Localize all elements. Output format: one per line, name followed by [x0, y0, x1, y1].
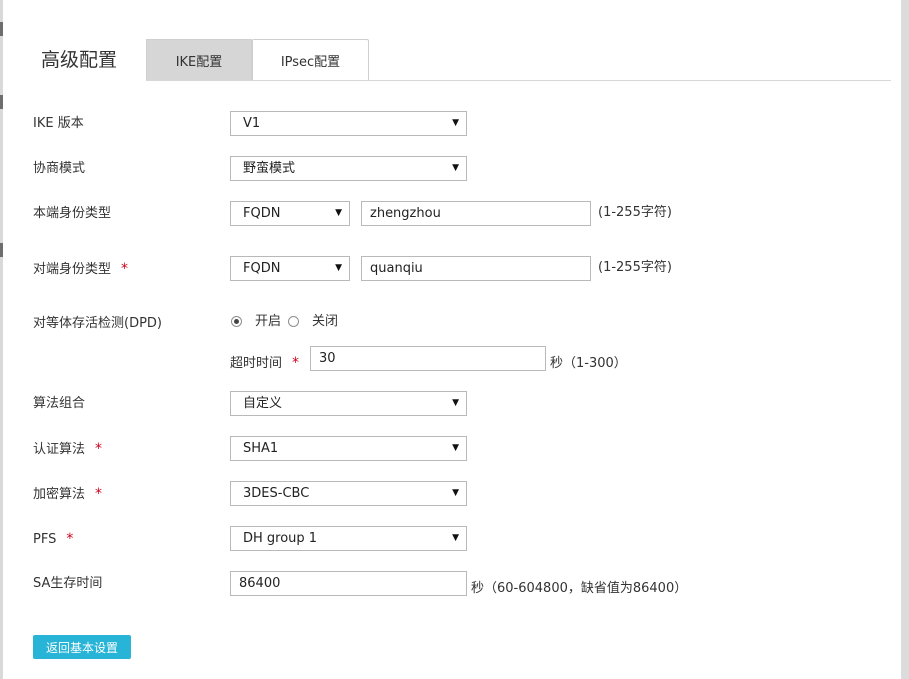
- select-value: DH group 1: [243, 531, 318, 546]
- local-identity-type-select[interactable]: FQDN ▼: [230, 201, 350, 226]
- dpd-on-label: 开启: [255, 314, 282, 329]
- advanced-config-dialog: 高级配置 IKE配置 IPsec配置 IKE 版本 V1 ▼ 协商模式 野蛮模式…: [3, 0, 901, 679]
- auth-algorithm-label-text: 认证算法: [33, 442, 86, 457]
- select-value: 3DES-CBC: [243, 486, 310, 501]
- required-asterisk: *: [95, 441, 103, 457]
- auth-algorithm-label: 认证算法 *: [33, 440, 102, 459]
- negotiation-mode-select[interactable]: 野蛮模式 ▼: [230, 156, 467, 181]
- dpd-off-radio[interactable]: [288, 316, 299, 327]
- local-identity-input[interactable]: [361, 201, 591, 226]
- dpd-timeout-hint: 秒（1-300）: [550, 356, 627, 371]
- caret-down-icon: ▼: [335, 208, 342, 218]
- select-value: SHA1: [243, 441, 279, 456]
- required-asterisk: *: [66, 531, 74, 547]
- select-value: V1: [243, 116, 261, 131]
- select-value: FQDN: [243, 206, 281, 221]
- dpd-label: 对等体存活检测(DPD): [33, 316, 163, 331]
- encryption-algorithm-label-text: 加密算法: [33, 487, 86, 502]
- pfs-label: PFS *: [33, 530, 73, 549]
- peer-identity-label: 对端身份类型 *: [33, 260, 128, 279]
- encryption-algorithm-select[interactable]: 3DES-CBC ▼: [230, 481, 467, 506]
- algorithm-combo-select[interactable]: 自定义 ▼: [230, 391, 467, 416]
- peer-identity-input[interactable]: [361, 256, 591, 281]
- caret-down-icon: ▼: [452, 118, 459, 128]
- tab-divider: [146, 80, 891, 81]
- pfs-label-text: PFS: [33, 532, 57, 547]
- dpd-off-label: 关闭: [312, 314, 339, 329]
- local-identity-hint: (1-255字符): [598, 205, 672, 220]
- negotiation-mode-label: 协商模式: [33, 161, 86, 176]
- required-asterisk: *: [95, 486, 103, 502]
- tab-ike-config[interactable]: IKE配置: [146, 39, 252, 80]
- select-value: 自定义: [243, 396, 283, 411]
- caret-down-icon: ▼: [452, 533, 459, 543]
- dpd-on-radio[interactable]: [231, 316, 242, 327]
- auth-algorithm-select[interactable]: SHA1 ▼: [230, 436, 467, 461]
- algorithm-combo-label: 算法组合: [33, 396, 86, 411]
- back-to-basic-settings-button[interactable]: 返回基本设置: [33, 635, 131, 659]
- select-value: 野蛮模式: [243, 161, 296, 176]
- peer-identity-hint: (1-255字符): [598, 260, 672, 275]
- caret-down-icon: ▼: [452, 398, 459, 408]
- required-asterisk: *: [292, 355, 300, 371]
- caret-down-icon: ▼: [452, 488, 459, 498]
- pfs-select[interactable]: DH group 1 ▼: [230, 526, 467, 551]
- caret-down-icon: ▼: [452, 443, 459, 453]
- dpd-timeout-label: 超时时间 *: [230, 354, 299, 373]
- required-asterisk: *: [121, 261, 129, 277]
- dpd-timeout-label-text: 超时时间: [230, 356, 283, 371]
- dpd-timeout-input[interactable]: [310, 346, 546, 371]
- peer-identity-type-select[interactable]: FQDN ▼: [230, 256, 350, 281]
- tab-label: IKE配置: [175, 54, 223, 70]
- tab-ipsec-config[interactable]: IPsec配置: [252, 39, 369, 80]
- sa-lifetime-input[interactable]: [230, 571, 467, 596]
- ike-version-label: IKE 版本: [33, 116, 84, 131]
- local-identity-label: 本端身份类型: [33, 206, 112, 221]
- select-value: FQDN: [243, 261, 281, 276]
- page-title: 高级配置: [41, 49, 118, 71]
- encryption-algorithm-label: 加密算法 *: [33, 485, 102, 504]
- tab-label: IPsec配置: [280, 54, 341, 70]
- sa-lifetime-label: SA生存时间: [33, 576, 103, 591]
- ike-version-select[interactable]: V1 ▼: [230, 111, 467, 136]
- caret-down-icon: ▼: [452, 163, 459, 173]
- peer-identity-label-text: 对端身份类型: [33, 262, 112, 277]
- scrollbar-track[interactable]: [901, 0, 909, 679]
- sa-lifetime-hint: 秒（60-604800，缺省值为86400）: [471, 581, 688, 596]
- caret-down-icon: ▼: [335, 263, 342, 273]
